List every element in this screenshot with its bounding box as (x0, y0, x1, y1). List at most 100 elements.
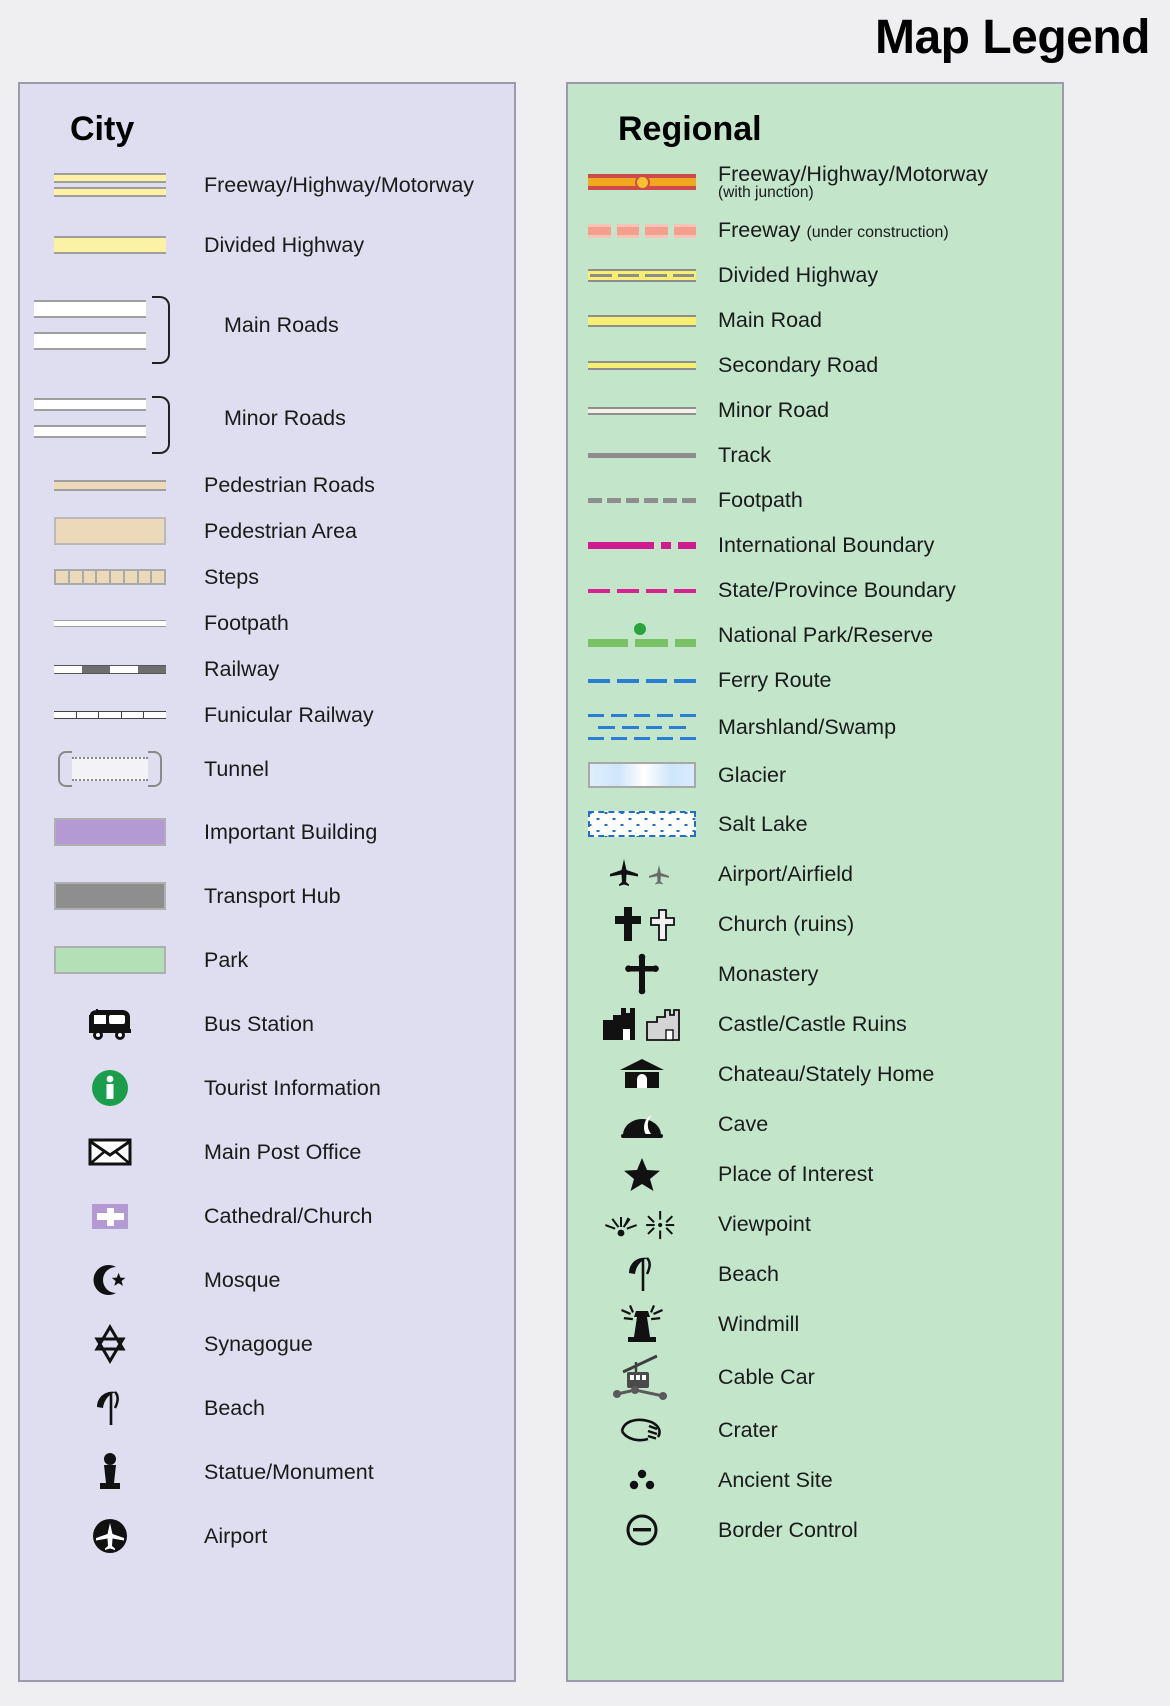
legend-row-divided-highway-regional: Divided Highway (582, 253, 1048, 298)
cave-icon (582, 1107, 702, 1141)
legend-row-statue-monument: Statue/Monument (34, 1440, 500, 1504)
transport-hub-symbol (34, 882, 186, 910)
legend-label: Ferry Route (718, 668, 832, 693)
legend-row-railway: Railway (34, 646, 500, 692)
marshland-symbol (582, 714, 702, 740)
legend-label: Tourist Information (204, 1075, 381, 1100)
legend-label-annotation: (under construction) (806, 224, 949, 242)
legend-row-minor-roads-city: Minor Roads (34, 374, 500, 462)
national-park-symbol (582, 622, 702, 649)
legend-row-chateau: Chateau/Stately Home (582, 1049, 1048, 1099)
legend-label: Main Post Office (204, 1139, 362, 1164)
legend-row-funicular-railway: Funicular Railway (34, 692, 500, 738)
pedestrian-area-symbol (34, 517, 186, 545)
legend-row-park: Park (34, 928, 500, 992)
legend-label: International Boundary (718, 533, 935, 558)
legend-row-freeway-city: Freeway/Highway/Motorway (34, 156, 500, 214)
legend-row-glacier: Glacier (582, 751, 1048, 799)
bus-icon (34, 1007, 186, 1041)
border-control-icon (582, 1510, 702, 1550)
legend-row-track: Track (582, 433, 1048, 478)
minor-road-regional-symbol (582, 406, 702, 415)
legend-row-bus-station: Bus Station (34, 992, 500, 1056)
legend-label: Funicular Railway (204, 702, 374, 727)
legend-label: State/Province Boundary (718, 578, 956, 603)
footpath-regional-symbol (582, 498, 702, 503)
freeway-city-symbol (34, 173, 186, 197)
legend-label: National Park/Reserve (718, 623, 934, 648)
legend-label-main: Freeway (718, 218, 801, 243)
statue-icon (34, 1451, 186, 1493)
legend-row-marshland: Marshland/Swamp (582, 703, 1048, 751)
legend-label: Glacier (718, 762, 787, 787)
legend-label: Synagogue (204, 1331, 313, 1356)
legend-row-footpath-regional: Footpath (582, 478, 1048, 523)
cathedral-icon (34, 1200, 186, 1232)
legend-row-viewpoint: Viewpoint (582, 1199, 1048, 1249)
legend-label: Pedestrian Area (204, 518, 357, 543)
legend-row-pedestrian-area: Pedestrian Area (34, 508, 500, 554)
divided-highway-regional-symbol (582, 269, 702, 282)
legend-label: Border Control (718, 1517, 858, 1542)
legend-label: Cathedral/Church (204, 1203, 373, 1228)
legend-label: Statue/Monument (204, 1459, 374, 1484)
ancient-site-icon (582, 1466, 702, 1494)
legend-label: Cable Car (718, 1364, 815, 1389)
legend-row-tourist-information: Tourist Information (34, 1056, 500, 1120)
legend-label: Freeway/Highway/Motorway (204, 172, 475, 197)
salt-lake-symbol (582, 811, 702, 837)
legend-label: Bus Station (204, 1011, 314, 1036)
legend-label: Windmill (718, 1311, 800, 1336)
map-legend-page: Map Legend City Freeway/Highway/Motorway (0, 0, 1170, 1706)
legend-row-transport-hub: Transport Hub (34, 864, 500, 928)
airport-circle-icon (34, 1515, 186, 1557)
legend-label: Place of Interest (718, 1161, 874, 1186)
airplane-icon (582, 857, 702, 891)
legend-row-cave: Cave (582, 1099, 1048, 1149)
legend-row-cathedral-church: Cathedral/Church (34, 1184, 500, 1248)
legend-label: Pedestrian Roads (204, 472, 375, 497)
brace-bracket (152, 296, 170, 364)
international-boundary-symbol (582, 542, 702, 549)
legend-label-main: Freeway/Highway/Motorway (718, 161, 989, 186)
legend-label: Marshland/Swamp (718, 714, 897, 739)
legend-row-tunnel: Tunnel (34, 738, 500, 800)
chateau-icon (582, 1057, 702, 1091)
legend-row-church-ruins: Church (ruins) (582, 899, 1048, 949)
legend-label: Track (718, 443, 771, 468)
legend-label: Cave (718, 1111, 769, 1136)
railway-symbol (34, 664, 186, 674)
monastery-cross-icon (582, 953, 702, 995)
legend-label: Transport Hub (204, 883, 341, 908)
secondary-road-symbol (582, 361, 702, 370)
legend-label: Airport/Airfield (718, 861, 854, 886)
minor-roads-city-symbol (34, 396, 186, 454)
legend-label: Important Building (204, 819, 378, 844)
steps-symbol (34, 569, 186, 585)
legend-label: Beach (204, 1395, 265, 1420)
divided-highway-city-symbol (34, 236, 186, 254)
city-legend-rows: Freeway/Highway/Motorway Divided Highway (34, 156, 500, 1568)
parasol-icon (34, 1388, 186, 1428)
legend-row-important-building: Important Building (34, 800, 500, 864)
legend-label: Beach (718, 1261, 779, 1286)
legend-label: Freeway/Highway/Motorway (with junction) (718, 161, 989, 202)
parasol-icon (582, 1254, 702, 1294)
tunnel-symbol (34, 749, 186, 789)
legend-label: Viewpoint (718, 1211, 811, 1236)
cable-car-icon (582, 1352, 702, 1402)
park-symbol (34, 946, 186, 974)
legend-row-secondary-road: Secondary Road (582, 343, 1048, 388)
windmill-icon (582, 1303, 702, 1345)
freeway-under-construction-symbol (582, 223, 702, 238)
cross-icon (582, 905, 702, 943)
star-of-david-icon (34, 1324, 186, 1364)
legend-label: Crater (718, 1417, 778, 1442)
legend-row-airport-city: Airport (34, 1504, 500, 1568)
legend-row-windmill: Windmill (582, 1299, 1048, 1349)
legend-label: Divided Highway (204, 232, 365, 257)
legend-row-beach-regional: Beach (582, 1249, 1048, 1299)
legend-row-state-boundary: State/Province Boundary (582, 568, 1048, 613)
city-panel-heading: City (70, 110, 135, 148)
main-road-regional-symbol (582, 314, 702, 327)
